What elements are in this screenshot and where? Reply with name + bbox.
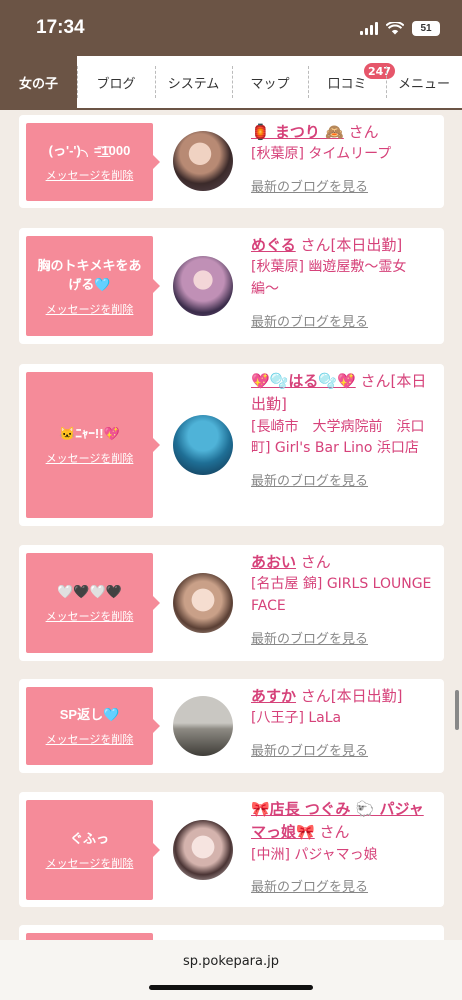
message-text: 🤍🖤🤍🖤 (57, 584, 122, 600)
message-text: 胸のトキメキをあげる🩵 (37, 257, 142, 293)
delete-message-link[interactable]: メッセージを削除 (46, 301, 134, 317)
girl-name-link[interactable]: 💖🫧はる🫧💖 (251, 372, 356, 390)
avatar[interactable] (173, 131, 233, 191)
status-time: 17:34 (36, 17, 85, 38)
message-text: (っ'-')╮=͟͟͞͞1000 (48, 143, 131, 159)
message-bubble: (っ'-')╮=͟͟͞͞1000 メッセージを削除 (26, 123, 160, 201)
delete-message-link[interactable]: メッセージを削除 (46, 608, 134, 624)
girl-info: めぐる さん[本日出勤] [秋葉原] 幽遊屋敷〜霊女編〜 最新のブログを見る (251, 234, 432, 330)
latest-blog-link[interactable]: 最新のブログを見る (251, 176, 368, 195)
main-nav: 女の子 ブログ システム マップ 口コミ 247 メニュー (0, 56, 462, 108)
battery-icon: 51 (412, 20, 440, 36)
honorific: さん (296, 553, 331, 571)
message-bubble: SP返し🩵 メッセージを削除 (26, 687, 160, 765)
message-bubble: 🐱ﾆｬｰ!!💖 メッセージを削除 (26, 372, 160, 518)
shop-link[interactable]: [秋葉原] 幽遊屋敷〜霊女編〜 (251, 257, 432, 300)
shop-link[interactable]: [中洲] パジャマっ娘 (251, 845, 432, 867)
message-text: SP返し🩵 (59, 707, 120, 723)
tab-blog[interactable]: ブログ (77, 56, 155, 108)
girl-name-link[interactable]: 🏮 まつり 🙈 (251, 123, 344, 141)
shop-link[interactable]: [八王子] LaLa (251, 708, 432, 730)
signal-icon (360, 21, 378, 35)
message-card (19, 925, 444, 940)
girl-name-link[interactable]: あおい (251, 553, 296, 571)
latest-blog-link[interactable]: 最新のブログを見る (251, 311, 368, 330)
home-indicator[interactable] (149, 985, 313, 990)
tab-menu[interactable]: メニュー (386, 56, 462, 108)
latest-blog-link[interactable]: 最新のブログを見る (251, 876, 368, 895)
avatar[interactable] (173, 256, 233, 316)
girl-info: 🎀店長 つぐみ 🐑 パジャマっ娘🎀 さん [中洲] パジャマっ娘 最新のブログを… (251, 798, 432, 895)
message-card: SP返し🩵 メッセージを削除 あすか さん[本日出勤] [八王子] LaLa 最… (19, 679, 444, 773)
latest-blog-link[interactable]: 最新のブログを見る (251, 470, 368, 489)
girl-info: あおい さん [名古屋 錦] GIRLS LOUNGE FACE 最新のブログを… (251, 551, 432, 647)
avatar[interactable] (173, 573, 233, 633)
tab-system[interactable]: システム (155, 56, 232, 108)
shop-link[interactable]: [名古屋 錦] GIRLS LOUNGE FACE (251, 574, 432, 617)
tab-map[interactable]: マップ (232, 56, 308, 108)
avatar[interactable] (173, 696, 233, 756)
girl-name-link[interactable]: めぐる (251, 236, 296, 254)
message-card: 🐱ﾆｬｰ!!💖 メッセージを削除 💖🫧はる🫧💖 さん[本日出勤] [長崎市 大学… (19, 364, 444, 526)
latest-blog-link[interactable]: 最新のブログを見る (251, 740, 368, 759)
url-text[interactable]: sp.pokepara.jp (0, 940, 462, 969)
girl-info: 🏮 まつり 🙈 さん [秋葉原] タイムリープ 最新のブログを見る (251, 121, 432, 195)
message-bubble (26, 933, 153, 940)
girl-name-link[interactable]: あすか (251, 687, 296, 705)
message-text: 🐱ﾆｬｰ!!💖 (59, 426, 120, 442)
message-bubble: 胸のトキメキをあげる🩵 メッセージを削除 (26, 236, 160, 336)
girl-info: 💖🫧はる🫧💖 さん[本日出勤] [長崎市 大学病院前 浜口町] Girl's B… (251, 370, 432, 489)
message-bubble: ぐふっ メッセージを削除 (26, 800, 160, 900)
blog-message-feed: (っ'-')╮=͟͟͞͞1000 メッセージを削除 🏮 まつり 🙈 さん [秋葉… (0, 110, 462, 940)
message-card: 🤍🖤🤍🖤 メッセージを削除 あおい さん [名古屋 錦] GIRLS LOUNG… (19, 545, 444, 661)
message-card: (っ'-')╮=͟͟͞͞1000 メッセージを削除 🏮 まつり 🙈 さん [秋葉… (19, 115, 444, 208)
delete-message-link[interactable]: メッセージを削除 (46, 731, 134, 747)
honorific: さん (314, 823, 350, 842)
shop-link[interactable]: [長崎市 大学病院前 浜口町] Girl's Bar Lino 浜口店 (251, 417, 432, 460)
honorific: さん[本日出勤] (296, 687, 403, 705)
latest-blog-link[interactable]: 最新のブログを見る (251, 628, 368, 647)
delete-message-link[interactable]: メッセージを削除 (46, 855, 134, 871)
delete-message-link[interactable]: メッセージを削除 (46, 450, 134, 466)
message-text: ぐふっ (69, 831, 109, 847)
avatar[interactable] (173, 820, 233, 880)
delete-message-link[interactable]: メッセージを削除 (46, 167, 134, 183)
tab-reviews-label: 口コミ (327, 76, 367, 92)
message-bubble: 🤍🖤🤍🖤 メッセージを削除 (26, 553, 160, 653)
browser-address-bar: sp.pokepara.jp (0, 940, 462, 1000)
girl-info: あすか さん[本日出勤] [八王子] LaLa 最新のブログを見る (251, 685, 432, 759)
shop-link[interactable]: [秋葉原] タイムリープ (251, 144, 432, 166)
message-card: ぐふっ メッセージを削除 🎀店長 つぐみ 🐑 パジャマっ娘🎀 さん [中洲] パ… (19, 792, 444, 907)
scrollbar[interactable] (455, 690, 459, 730)
status-icons: 51 (360, 20, 440, 36)
tab-girls[interactable]: 女の子 (0, 56, 77, 108)
wifi-icon (386, 21, 404, 34)
honorific: さん (343, 123, 379, 141)
message-card: 胸のトキメキをあげる🩵 メッセージを削除 めぐる さん[本日出勤] [秋葉原] … (19, 228, 444, 344)
avatar[interactable] (173, 415, 233, 475)
status-bar: 17:34 51 (0, 0, 462, 56)
honorific: さん[本日出勤] (295, 236, 403, 254)
tab-reviews[interactable]: 口コミ 247 (308, 56, 396, 108)
